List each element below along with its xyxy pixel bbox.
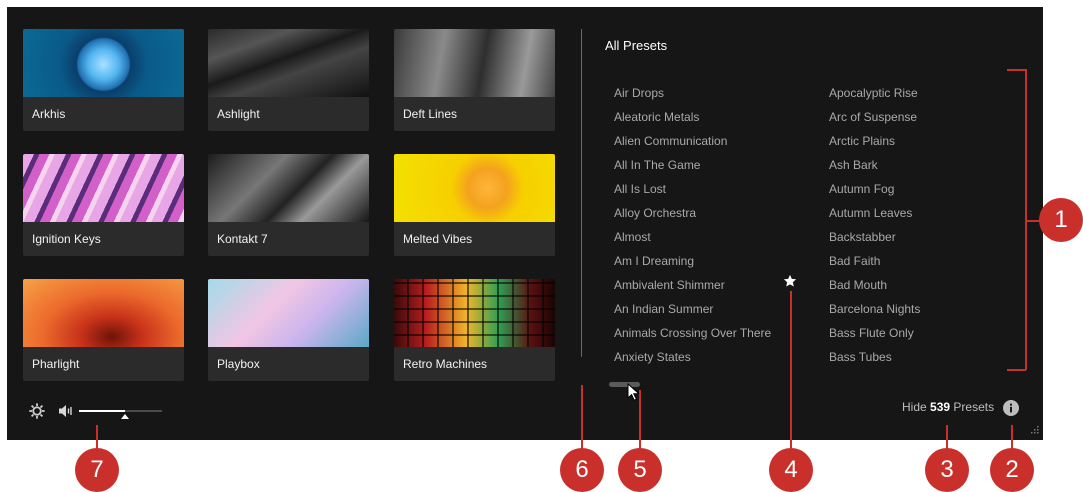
info-icon[interactable] [1003,400,1019,416]
library-name: Melted Vibes [403,232,473,246]
callout-2: 2 [990,448,1034,492]
library-tile-retro-machines[interactable]: Retro Machines [394,279,555,381]
library-name: Kontakt 7 [217,232,268,246]
library-tile-arkhis[interactable]: Arkhis [23,29,184,131]
preset-count: 539 [930,400,951,414]
library-artwork [208,29,369,97]
library-artwork [394,29,555,97]
preset-item[interactable]: Arctic Plains [829,129,1019,153]
callout-6: 6 [560,448,604,492]
volume-level-fill [79,410,125,412]
callout-bracket-top [1007,69,1026,71]
callout-4: 4 [769,448,813,492]
library-artwork [394,279,555,347]
library-artwork [208,279,369,347]
library-name: Ashlight [217,107,260,121]
preset-item-hovered[interactable]: Ambivalent Shimmer [614,273,804,297]
library-name: Playbox [217,357,260,371]
library-name: Pharlight [32,357,80,371]
panel-divider[interactable] [581,29,582,357]
callout-line-4 [790,291,792,450]
library-name: Ignition Keys [32,232,101,246]
library-tile-ashlight[interactable]: Ashlight [208,29,369,131]
preset-item[interactable]: An Indian Summer [614,297,804,321]
preset-item[interactable]: All In The Game [614,153,804,177]
preset-item[interactable]: Animals Crossing Over There [614,321,804,345]
preset-list-title: All Presets [605,38,668,53]
library-artwork [23,279,184,347]
preset-item[interactable]: Backstabber [829,225,1019,249]
library-name: Deft Lines [403,107,458,121]
callout-bracket-bottom [1007,369,1026,371]
resize-grip-icon[interactable] [1030,425,1040,435]
preset-item[interactable]: Autumn Leaves [829,201,1019,225]
callout-line-7 [96,425,98,450]
callout-7: 7 [75,448,119,492]
preset-item[interactable]: Ash Bark [829,153,1019,177]
volume-slider-handle[interactable] [120,414,129,419]
library-tile-ignition-keys[interactable]: Ignition Keys [23,154,184,256]
callout-1: 1 [1039,198,1083,242]
preset-item[interactable]: Autumn Fog [829,177,1019,201]
preset-item[interactable]: Aleatoric Metals [614,105,804,129]
preset-item[interactable]: Arc of Suspense [829,105,1019,129]
library-artwork [208,154,369,222]
library-artwork [23,29,184,97]
preset-item[interactable]: Air Drops [614,81,804,105]
preset-item[interactable]: Almost [614,225,804,249]
callout-line-3 [946,425,948,450]
preset-item[interactable]: Alloy Orchestra [614,201,804,225]
hide-presets-toggle[interactable]: Hide 539 Presets [902,400,994,414]
preset-item[interactable]: Bad Mouth [829,273,1019,297]
callout-3: 3 [925,448,969,492]
callout-line-6 [581,385,583,450]
library-tile-pharlight[interactable]: Pharlight [23,279,184,381]
library-browser-panel: Arkhis Ashlight Deft Lines Ignition Keys… [7,7,1043,440]
gear-icon[interactable] [28,402,46,420]
library-name: Retro Machines [403,357,488,371]
preset-column-right: Apocalyptic Rise Arc of Suspense Arctic … [829,81,1019,369]
preset-item[interactable]: Apocalyptic Rise [829,81,1019,105]
speaker-icon[interactable] [58,404,74,418]
preset-item[interactable]: Bass Tubes [829,345,1019,369]
preset-item[interactable]: Anxiety States [614,345,804,369]
preset-column-left: Air Drops Aleatoric Metals Alien Communi… [614,81,804,369]
library-artwork [394,154,555,222]
preset-item[interactable]: All Is Lost [614,177,804,201]
library-tile-kontakt-7[interactable]: Kontakt 7 [208,154,369,256]
presets-label: Presets [953,400,995,414]
library-artwork [23,154,184,222]
callout-line-5 [639,390,641,450]
preset-item[interactable]: Bass Flute Only [829,321,1019,345]
library-tile-melted-vibes[interactable]: Melted Vibes [394,154,555,256]
library-tile-playbox[interactable]: Playbox [208,279,369,381]
preset-item[interactable]: Alien Communication [614,129,804,153]
preset-item[interactable]: Bad Faith [829,249,1019,273]
star-icon[interactable] [783,274,797,288]
preset-item[interactable]: Barcelona Nights [829,297,1019,321]
hide-label: Hide [902,400,927,414]
callout-5: 5 [618,448,662,492]
volume-slider[interactable] [79,410,162,419]
library-name: Arkhis [32,107,66,121]
library-tile-deft-lines[interactable]: Deft Lines [394,29,555,131]
preset-item[interactable]: Am I Dreaming [614,249,804,273]
callout-line-2 [1011,425,1013,450]
